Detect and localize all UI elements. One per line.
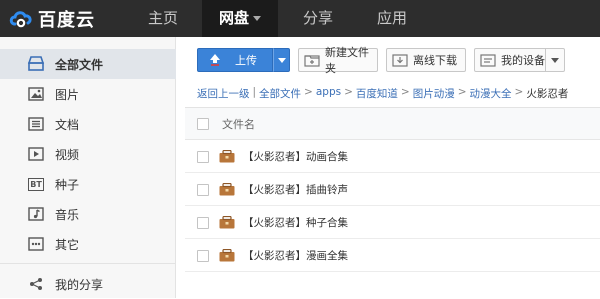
chevron-down-icon [551,57,559,63]
sidebar-item-torrents[interactable]: BT 种子 [0,169,176,199]
image-icon [26,85,46,103]
file-name[interactable]: 【火影忍者】插曲铃声 [243,182,348,197]
offline-download-label: 离线下载 [413,54,457,67]
download-icon [392,53,408,67]
row-checkbox[interactable] [197,184,209,196]
row-checkbox[interactable] [197,250,209,262]
sidebar-item-all-files[interactable]: 全部文件 [0,49,176,79]
sidebar: 全部文件 图片 文档 视频 BT 种子 音乐 其它 我的分享 [0,37,176,298]
sidebar-item-other[interactable]: 其它 [0,229,176,259]
sidebar-item-videos[interactable]: 视频 [0,139,176,169]
sidebar-divider [0,263,176,264]
upload-icon [209,53,221,67]
breadcrumb-all-files[interactable]: 全部文件 [259,86,301,102]
file-list-header: 文件名 [185,108,600,140]
new-folder-icon [304,53,320,67]
nav-disk[interactable]: 网盘 [202,0,278,37]
nav-disk-label: 网盘 [218,9,249,27]
more-icon [26,235,46,253]
cloud-logo-icon [9,11,32,28]
sidebar-item-label: 文档 [55,117,80,132]
device-icon [480,53,496,67]
breadcrumb-separator: | [252,86,257,98]
music-icon [26,205,46,223]
upload-dropdown-button[interactable] [273,48,290,72]
table-row[interactable]: 【火影忍者】种子合集 [185,206,600,239]
breadcrumb: 返回上一级 | 全部文件 > apps > 百度知道 > 图片动漫 > 动漫大全… [197,86,568,102]
folder-icon [219,150,235,163]
sidebar-item-label: 视频 [55,147,80,162]
sidebar-item-label: 图片 [55,87,80,102]
top-nav-bar: 百度云 主页 网盘 分享 应用 [0,0,600,37]
nav-share[interactable]: 分享 [280,0,356,37]
baidu-cloud-logo[interactable]: 百度云 [8,7,95,31]
offline-download-button[interactable]: 离线下载 [386,48,466,72]
sidebar-item-label: 音乐 [55,207,80,222]
table-row[interactable]: 【火影忍者】漫画全集 [185,239,600,272]
breadcrumb-arrow: > [304,86,313,98]
video-icon [26,145,46,163]
breadcrumb-anime-collection[interactable]: 动漫大全 [470,86,512,102]
row-checkbox[interactable] [197,217,209,229]
breadcrumb-baidu-zhidao[interactable]: 百度知道 [356,86,398,102]
new-folder-label: 新建文件夹 [325,46,369,75]
upload-label: 上传 [235,54,257,67]
sidebar-item-images[interactable]: 图片 [0,79,176,109]
row-checkbox[interactable] [197,151,209,163]
chevron-down-icon [253,16,261,21]
file-name[interactable]: 【火影忍者】漫画全集 [243,248,348,263]
breadcrumb-current: 火影忍者 [526,88,569,100]
breadcrumb-apps[interactable]: apps [316,86,341,102]
my-devices-label: 我的设备 [501,54,545,67]
table-row[interactable]: 【火影忍者】插曲铃声 [185,173,600,206]
sidebar-item-label: 种子 [55,177,80,192]
document-icon [26,115,46,133]
upload-button[interactable]: 上传 [197,48,273,72]
sidebar-item-documents[interactable]: 文档 [0,109,176,139]
table-row[interactable]: 【火影忍者】动画合集 [185,140,600,173]
breadcrumb-arrow: > [400,86,410,98]
folder-icon [219,249,235,262]
nav-home[interactable]: 主页 [124,0,202,37]
my-devices-dropdown-button[interactable] [546,48,565,72]
column-header-filename[interactable]: 文件名 [222,116,255,132]
sidebar-item-label: 其它 [55,237,80,252]
breadcrumb-arrow: > [344,86,353,98]
breadcrumb-back-link[interactable]: 返回上一级 [197,86,250,102]
breadcrumb-arrow: > [457,86,467,98]
breadcrumb-picture-anime[interactable]: 图片动漫 [413,86,455,102]
bt-icon: BT [26,175,46,193]
sidebar-item-music[interactable]: 音乐 [0,199,176,229]
select-all-checkbox[interactable] [197,117,209,130]
brand-name: 百度云 [38,10,95,31]
nav-apps[interactable]: 应用 [356,0,428,37]
file-name[interactable]: 【火影忍者】种子合集 [243,215,348,230]
bt-glyph: BT [28,177,44,191]
share-icon [26,275,46,293]
chevron-down-icon [277,57,286,63]
folder-icon [219,216,235,229]
all-files-icon [26,55,46,73]
sidebar-item-my-shares[interactable]: 我的分享 [0,269,176,299]
new-folder-button[interactable]: 新建文件夹 [298,46,378,75]
file-name[interactable]: 【火影忍者】动画合集 [243,149,348,164]
sidebar-item-label: 我的分享 [55,277,104,292]
breadcrumb-arrow: > [514,86,524,98]
sidebar-item-label: 全部文件 [55,57,104,72]
my-devices-button[interactable]: 我的设备 [474,48,546,72]
folder-icon [219,183,235,196]
toolbar: 上传 新建文件夹 离线下载 我的设备 [177,37,600,81]
